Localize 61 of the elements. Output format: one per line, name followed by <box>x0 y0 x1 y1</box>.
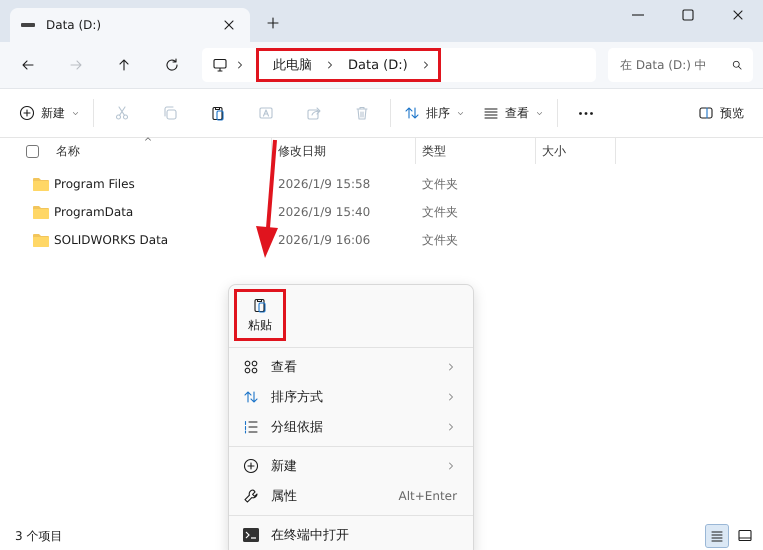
view-button[interactable]: 查看 <box>474 96 553 130</box>
view-menu-item[interactable]: 查看 <box>233 352 469 382</box>
maximize-icon <box>680 7 696 23</box>
new-button[interactable]: 新建 <box>10 96 89 130</box>
wrench-icon <box>243 488 259 504</box>
modified-date: 2026/1/9 16:06 <box>277 233 372 247</box>
search-icon <box>731 59 743 71</box>
refresh-icon <box>164 57 180 73</box>
paste-menu-button[interactable]: 粘贴 <box>237 292 283 338</box>
sort-arrows-icon <box>404 105 420 121</box>
rename-icon <box>258 105 274 121</box>
file-name[interactable]: SOLIDWORKS Data <box>54 233 168 247</box>
sort-arrows-icon <box>243 389 259 405</box>
preview-button[interactable]: 预览 <box>689 96 753 130</box>
new-menu-item[interactable]: 新建 <box>233 451 469 481</box>
file-type: 文件夹 <box>421 176 459 192</box>
folder-icon <box>33 233 49 247</box>
file-type: 文件夹 <box>421 232 459 248</box>
terminal-icon <box>243 528 259 542</box>
properties-menu-item[interactable]: 属性 Alt+Enter <box>233 481 469 511</box>
group-by-menu-item[interactable]: 分组依据 <box>233 412 469 442</box>
file-name[interactable]: Program Files <box>54 177 135 191</box>
scissors-icon <box>114 105 130 121</box>
item-count: 3 个项目 <box>15 528 62 544</box>
select-all-checkbox[interactable] <box>26 144 39 158</box>
sort-menu-item[interactable]: 排序方式 <box>233 382 469 412</box>
more-icon <box>579 112 593 114</box>
search-field[interactable]: 在 Data (D:) 中 <box>608 48 753 82</box>
clipboard-icon <box>210 105 226 121</box>
details-view-button[interactable] <box>705 524 729 548</box>
address-bar[interactable]: 此电脑 Data (D:) <box>202 48 596 82</box>
breadcrumb[interactable]: Data (D:) <box>340 56 416 74</box>
computer-icon <box>212 57 228 73</box>
file-type: 文件夹 <box>421 204 459 220</box>
column-header[interactable]: 类型 <box>416 138 536 164</box>
trash-icon <box>354 105 370 121</box>
folder-icon <box>33 177 49 191</box>
column-header[interactable]: 名称 <box>50 138 272 164</box>
sort-button[interactable]: 排序 <box>395 96 474 130</box>
grid-icon <box>243 359 259 375</box>
list-icon <box>243 419 259 435</box>
copy-icon <box>162 105 178 121</box>
window-tab[interactable]: Data (D:) <box>10 8 250 42</box>
column-header[interactable]: 修改日期 <box>272 138 416 164</box>
preview-pane-icon <box>698 105 714 121</box>
minimize-icon <box>632 14 644 16</box>
file-name[interactable]: ProgramData <box>54 205 134 219</box>
open-in-terminal-menu-item[interactable]: 在终端中打开 <box>233 520 469 550</box>
plus-circle-icon <box>19 105 35 121</box>
modified-date: 2026/1/9 15:58 <box>277 177 372 191</box>
window-icon <box>737 528 753 544</box>
column-header[interactable]: 大小 <box>536 138 616 164</box>
shortcut-text: Alt+Enter <box>398 489 457 503</box>
folder-icon <box>33 205 49 219</box>
share-icon <box>306 105 322 121</box>
clipboard-icon <box>252 296 268 312</box>
breadcrumb[interactable]: 此电脑 <box>265 54 320 76</box>
plus-circle-icon <box>243 458 259 474</box>
modified-date: 2026/1/9 15:40 <box>277 205 372 219</box>
plus-icon <box>265 15 281 31</box>
tab-title: Data (D:) <box>46 18 102 32</box>
